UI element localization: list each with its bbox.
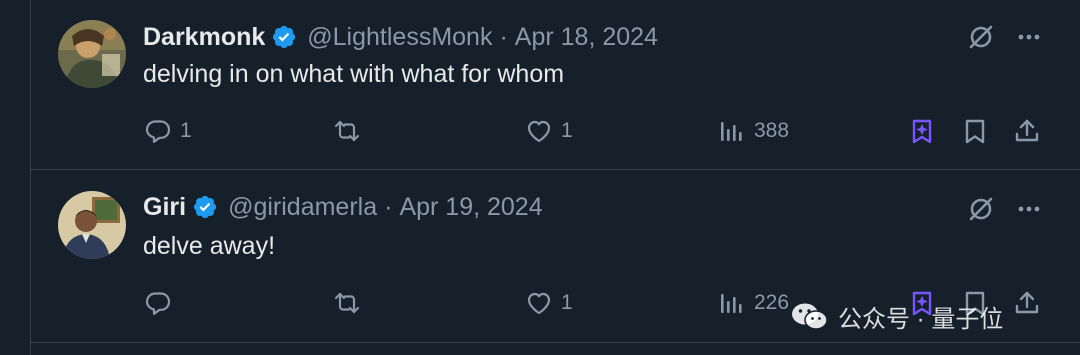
verified-badge-icon — [271, 24, 297, 50]
bookmark-icon — [965, 119, 985, 144]
tweet-text: delve away! — [143, 232, 276, 260]
retweet-button[interactable] — [333, 114, 369, 148]
grok-icon[interactable] — [966, 194, 996, 224]
meta-separator: · — [499, 22, 508, 51]
avatar[interactable] — [58, 20, 126, 88]
more-icon[interactable] — [1014, 22, 1044, 52]
views-button[interactable]: 388 — [718, 114, 789, 148]
tweet-meta: @LightlessMonk · Apr 18, 2024 — [307, 23, 658, 52]
share-icon — [1015, 119, 1039, 142]
like-button[interactable]: 1 — [525, 114, 573, 148]
avatar[interactable] — [58, 191, 126, 259]
views-icon — [721, 122, 742, 141]
bookmark-button[interactable] — [961, 114, 989, 148]
view-count: 226 — [754, 291, 790, 314]
display-name[interactable]: Darkmonk — [143, 23, 265, 52]
timestamp[interactable]: Apr 18, 2024 — [515, 23, 658, 51]
grok-bookmark-button[interactable] — [908, 114, 936, 148]
like-count: 1 — [561, 291, 573, 314]
grok-bookmark-icon — [912, 119, 932, 144]
watermark-text: 公众号 · 量子位 — [838, 305, 1004, 333]
meta-separator: · — [384, 192, 393, 221]
like-icon — [527, 120, 551, 143]
tweet-actions: 1 1 388 — [31, 114, 1080, 148]
like-button[interactable]: 1 — [525, 286, 573, 320]
share-button[interactable] — [1013, 286, 1041, 320]
reply-count: 1 — [180, 119, 192, 142]
verified-badge-icon — [192, 194, 218, 220]
more-icon[interactable] — [1014, 194, 1044, 224]
retweet-icon — [334, 292, 360, 314]
views-button[interactable]: 226 — [718, 286, 789, 320]
tweet-text: delving in on what with what for whom — [143, 60, 565, 88]
watermark: 公众号 · 量子位 — [790, 296, 1003, 336]
handle[interactable]: @LightlessMonk — [307, 23, 492, 51]
reply-button[interactable]: 1 — [144, 114, 192, 148]
views-icon — [721, 294, 742, 313]
like-icon — [527, 292, 551, 315]
display-name[interactable]: Giri — [143, 193, 186, 222]
view-count: 388 — [754, 119, 790, 142]
share-button[interactable] — [1013, 114, 1041, 148]
like-count: 1 — [561, 119, 573, 142]
tweet[interactable]: Darkmonk @LightlessMonk · Apr 18, 2024 del… — [31, 0, 1080, 170]
retweet-icon — [334, 120, 360, 142]
reply-button[interactable] — [144, 286, 180, 320]
tweet-meta: @giridamerla · Apr 19, 2024 — [228, 193, 543, 222]
timestamp[interactable]: Apr 19, 2024 — [399, 193, 542, 221]
share-icon — [1015, 291, 1039, 314]
reply-icon — [145, 120, 171, 143]
tweet-header: Giri @giridamerla · Apr 19, 2024 — [143, 190, 543, 224]
wechat-icon — [792, 303, 828, 330]
tweet-header: Darkmonk @LightlessMonk · Apr 18, 2024 — [143, 20, 658, 54]
grok-icon[interactable] — [966, 22, 996, 52]
reply-icon — [145, 292, 171, 315]
retweet-button[interactable] — [333, 286, 369, 320]
handle[interactable]: @giridamerla — [228, 193, 377, 221]
